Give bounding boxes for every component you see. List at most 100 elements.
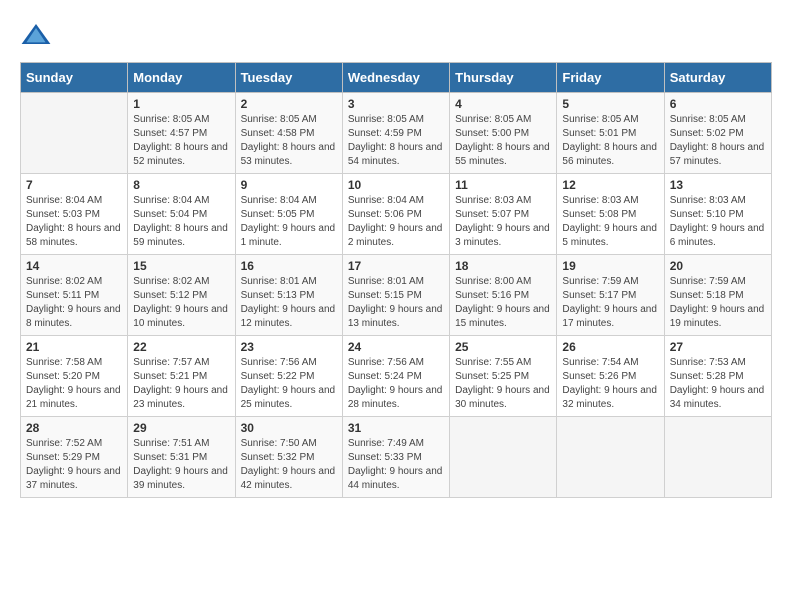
calendar-cell: 13 Sunrise: 8:03 AMSunset: 5:10 PMDayligh… — [664, 174, 771, 255]
day-number: 18 — [455, 259, 551, 273]
calendar-week-5: 28 Sunrise: 7:52 AMSunset: 5:29 PMDayligh… — [21, 417, 772, 498]
calendar-week-4: 21Sunrise: 7:58 AMSunset: 5:20 PMDayligh… — [21, 336, 772, 417]
day-number: 30 — [241, 421, 337, 435]
day-number: 7 — [26, 178, 122, 192]
day-info: Sunrise: 8:05 AMSunset: 4:58 PMDaylight:… — [241, 113, 337, 169]
calendar-cell: 5 Sunrise: 8:05 AMSunset: 5:01 PMDaylight… — [557, 93, 664, 174]
calendar-cell: 29 Sunrise: 7:51 AMSunset: 5:31 PMDayligh… — [128, 417, 235, 498]
weekday-header-wednesday: Wednesday — [342, 63, 449, 93]
day-info: Sunrise: 8:00 AMSunset: 5:16 PMDaylight:… — [455, 275, 551, 331]
calendar-cell: 8 Sunrise: 8:04 AMSunset: 5:04 PMDaylight… — [128, 174, 235, 255]
day-info: Sunrise: 8:04 AMSunset: 5:04 PMDaylight:… — [133, 194, 229, 250]
day-info: Sunrise: 8:04 AMSunset: 5:06 PMDaylight:… — [348, 194, 444, 250]
day-info: Sunrise: 7:55 AMSunset: 5:25 PMDaylight:… — [455, 356, 551, 412]
day-number: 16 — [241, 259, 337, 273]
day-number: 2 — [241, 97, 337, 111]
day-info: Sunrise: 8:05 AMSunset: 5:01 PMDaylight:… — [562, 113, 658, 169]
day-info: Sunrise: 8:03 AMSunset: 5:07 PMDaylight:… — [455, 194, 551, 250]
calendar-cell: 25 Sunrise: 7:55 AMSunset: 5:25 PMDayligh… — [450, 336, 557, 417]
calendar-cell: 31Sunrise: 7:49 AMSunset: 5:33 PMDayligh… — [342, 417, 449, 498]
day-info: Sunrise: 8:04 AMSunset: 5:05 PMDaylight:… — [241, 194, 337, 250]
day-info: Sunrise: 8:05 AMSunset: 4:59 PMDaylight:… — [348, 113, 444, 169]
day-number: 31 — [348, 421, 444, 435]
day-number: 4 — [455, 97, 551, 111]
day-number: 8 — [133, 178, 229, 192]
calendar-week-1: 1Sunrise: 8:05 AMSunset: 4:57 PMDaylight… — [21, 93, 772, 174]
weekday-header-saturday: Saturday — [664, 63, 771, 93]
day-number: 20 — [670, 259, 766, 273]
day-info: Sunrise: 7:59 AMSunset: 5:18 PMDaylight:… — [670, 275, 766, 331]
day-number: 17 — [348, 259, 444, 273]
day-info: Sunrise: 7:59 AMSunset: 5:17 PMDaylight:… — [562, 275, 658, 331]
calendar-cell: 10 Sunrise: 8:04 AMSunset: 5:06 PMDayligh… — [342, 174, 449, 255]
weekday-header-tuesday: Tuesday — [235, 63, 342, 93]
calendar-header: SundayMondayTuesdayWednesdayThursdayFrid… — [21, 63, 772, 93]
day-info: Sunrise: 8:05 AMSunset: 5:02 PMDaylight:… — [670, 113, 766, 169]
calendar-cell: 18 Sunrise: 8:00 AMSunset: 5:16 PMDayligh… — [450, 255, 557, 336]
day-info: Sunrise: 7:52 AMSunset: 5:29 PMDaylight:… — [26, 437, 122, 493]
calendar-cell: 24Sunrise: 7:56 AMSunset: 5:24 PMDayligh… — [342, 336, 449, 417]
day-number: 14 — [26, 259, 122, 273]
day-number: 13 — [670, 178, 766, 192]
calendar-table: SundayMondayTuesdayWednesdayThursdayFrid… — [20, 62, 772, 498]
day-info: Sunrise: 7:51 AMSunset: 5:31 PMDaylight:… — [133, 437, 229, 493]
day-info: Sunrise: 7:50 AMSunset: 5:32 PMDaylight:… — [241, 437, 337, 493]
calendar-cell: 17 Sunrise: 8:01 AMSunset: 5:15 PMDayligh… — [342, 255, 449, 336]
day-info: Sunrise: 7:57 AMSunset: 5:21 PMDaylight:… — [133, 356, 229, 412]
day-number: 27 — [670, 340, 766, 354]
day-info: Sunrise: 8:02 AMSunset: 5:11 PMDaylight:… — [26, 275, 122, 331]
calendar-week-2: 7Sunrise: 8:04 AMSunset: 5:03 PMDaylight… — [21, 174, 772, 255]
calendar-body: 1Sunrise: 8:05 AMSunset: 4:57 PMDaylight… — [21, 93, 772, 498]
calendar-cell: 11 Sunrise: 8:03 AMSunset: 5:07 PMDayligh… — [450, 174, 557, 255]
day-number: 24 — [348, 340, 444, 354]
day-number: 6 — [670, 97, 766, 111]
calendar-cell — [450, 417, 557, 498]
day-number: 22 — [133, 340, 229, 354]
weekday-header-thursday: Thursday — [450, 63, 557, 93]
logo — [20, 20, 56, 52]
day-number: 11 — [455, 178, 551, 192]
calendar-week-3: 14 Sunrise: 8:02 AMSunset: 5:11 PMDayligh… — [21, 255, 772, 336]
day-number: 25 — [455, 340, 551, 354]
day-number: 19 — [562, 259, 658, 273]
calendar-cell: 2 Sunrise: 8:05 AMSunset: 4:58 PMDaylight… — [235, 93, 342, 174]
day-info: Sunrise: 7:54 AMSunset: 5:26 PMDaylight:… — [562, 356, 658, 412]
weekday-row: SundayMondayTuesdayWednesdayThursdayFrid… — [21, 63, 772, 93]
day-info: Sunrise: 8:01 AMSunset: 5:15 PMDaylight:… — [348, 275, 444, 331]
calendar-cell: 16 Sunrise: 8:01 AMSunset: 5:13 PMDayligh… — [235, 255, 342, 336]
calendar-cell: 27 Sunrise: 7:53 AMSunset: 5:28 PMDayligh… — [664, 336, 771, 417]
day-info: Sunrise: 8:05 AMSunset: 5:00 PMDaylight:… — [455, 113, 551, 169]
day-info: Sunrise: 7:53 AMSunset: 5:28 PMDaylight:… — [670, 356, 766, 412]
calendar-cell: 1Sunrise: 8:05 AMSunset: 4:57 PMDaylight… — [128, 93, 235, 174]
calendar-cell: 9Sunrise: 8:04 AMSunset: 5:05 PMDaylight… — [235, 174, 342, 255]
day-number: 28 — [26, 421, 122, 435]
day-number: 29 — [133, 421, 229, 435]
calendar-cell: 22 Sunrise: 7:57 AMSunset: 5:21 PMDayligh… — [128, 336, 235, 417]
calendar-cell: 19 Sunrise: 7:59 AMSunset: 5:17 PMDayligh… — [557, 255, 664, 336]
day-number: 21 — [26, 340, 122, 354]
day-number: 3 — [348, 97, 444, 111]
calendar-cell: 3 Sunrise: 8:05 AMSunset: 4:59 PMDaylight… — [342, 93, 449, 174]
day-number: 5 — [562, 97, 658, 111]
day-info: Sunrise: 8:01 AMSunset: 5:13 PMDaylight:… — [241, 275, 337, 331]
day-info: Sunrise: 8:03 AMSunset: 5:10 PMDaylight:… — [670, 194, 766, 250]
weekday-header-friday: Friday — [557, 63, 664, 93]
day-number: 12 — [562, 178, 658, 192]
day-info: Sunrise: 7:56 AMSunset: 5:22 PMDaylight:… — [241, 356, 337, 412]
day-info: Sunrise: 8:03 AMSunset: 5:08 PMDaylight:… — [562, 194, 658, 250]
calendar-cell: 14 Sunrise: 8:02 AMSunset: 5:11 PMDayligh… — [21, 255, 128, 336]
header — [20, 20, 772, 52]
day-info: Sunrise: 8:05 AMSunset: 4:57 PMDaylight:… — [133, 113, 229, 169]
calendar-cell: 20 Sunrise: 7:59 AMSunset: 5:18 PMDayligh… — [664, 255, 771, 336]
calendar-cell: 12 Sunrise: 8:03 AMSunset: 5:08 PMDayligh… — [557, 174, 664, 255]
calendar-cell: 6 Sunrise: 8:05 AMSunset: 5:02 PMDaylight… — [664, 93, 771, 174]
calendar-cell — [664, 417, 771, 498]
day-number: 26 — [562, 340, 658, 354]
calendar-cell: 28 Sunrise: 7:52 AMSunset: 5:29 PMDayligh… — [21, 417, 128, 498]
calendar-cell: 23 Sunrise: 7:56 AMSunset: 5:22 PMDayligh… — [235, 336, 342, 417]
day-info: Sunrise: 8:02 AMSunset: 5:12 PMDaylight:… — [133, 275, 229, 331]
day-number: 23 — [241, 340, 337, 354]
day-number: 10 — [348, 178, 444, 192]
calendar-cell: 30 Sunrise: 7:50 AMSunset: 5:32 PMDayligh… — [235, 417, 342, 498]
calendar-cell: 15Sunrise: 8:02 AMSunset: 5:12 PMDayligh… — [128, 255, 235, 336]
